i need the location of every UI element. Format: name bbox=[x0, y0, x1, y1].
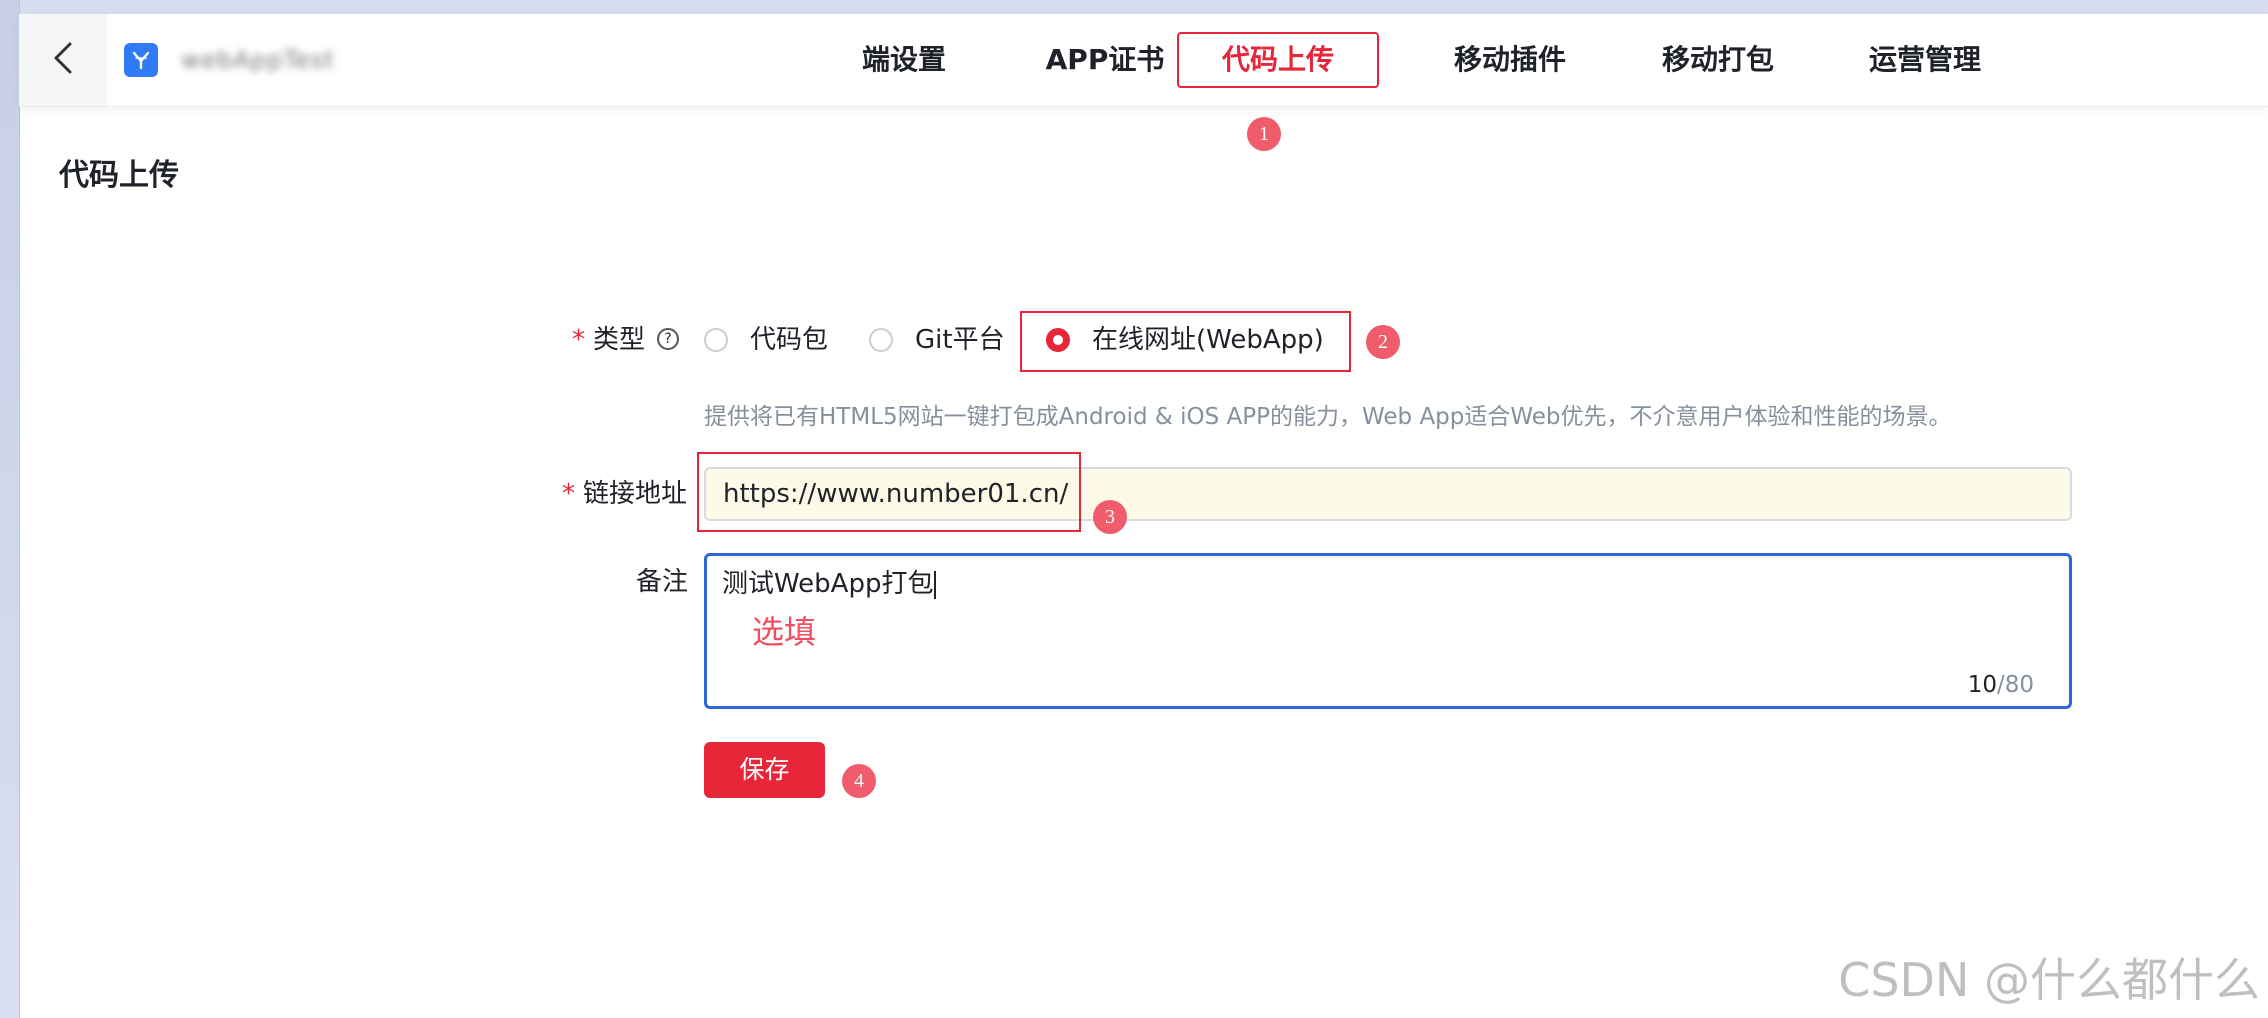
app-logo-icon bbox=[124, 43, 158, 77]
url-label-text: 链接地址 bbox=[583, 479, 688, 509]
radio-checked-icon bbox=[1046, 328, 1070, 352]
type-label-text: 类型 bbox=[593, 325, 646, 355]
watermark: CSDN @什么都什么 bbox=[1838, 953, 2260, 1007]
step-marker-2: 2 bbox=[1366, 325, 1400, 359]
note-value: 测试WebApp打包 bbox=[722, 566, 937, 602]
back-button[interactable] bbox=[19, 14, 107, 106]
type-label: * 类型? bbox=[572, 320, 680, 360]
char-count-current: 10 bbox=[1967, 672, 1997, 698]
window-left-strip bbox=[0, 0, 20, 1018]
required-mark: * bbox=[562, 479, 575, 509]
step-marker-1: 1 bbox=[1247, 117, 1281, 151]
radio-git-platform[interactable]: Git平台 bbox=[869, 320, 1005, 360]
save-button[interactable]: 保存 bbox=[704, 742, 825, 798]
radio-circle-icon bbox=[704, 328, 728, 352]
step-marker-3: 3 bbox=[1093, 500, 1127, 534]
app-name: webAppTest bbox=[181, 46, 335, 74]
required-mark: * bbox=[572, 325, 585, 355]
optional-annotation: 选填 bbox=[752, 613, 817, 651]
radio-label: Git平台 bbox=[915, 325, 1005, 355]
char-counter: 10/80 bbox=[1968, 670, 2034, 700]
chevron-left-icon bbox=[48, 38, 78, 82]
page-title: 代码上传 bbox=[59, 158, 179, 193]
step-marker-4: 4 bbox=[842, 764, 876, 798]
char-count-max: /80 bbox=[1996, 672, 2034, 698]
tab-app-certificate[interactable]: APP证书 bbox=[1021, 32, 1189, 88]
note-label: 备注 bbox=[636, 567, 689, 597]
question-circle-icon[interactable]: ? bbox=[657, 327, 680, 350]
tab-mobile-plugins[interactable]: 移动插件 bbox=[1439, 32, 1581, 88]
annotation-frame-url bbox=[697, 452, 1081, 532]
type-hint-text: 提供将已有HTML5网站一键打包成Android & iOS APP的能力，We… bbox=[704, 404, 1952, 430]
tab-code-upload[interactable]: 代码上传 bbox=[1177, 32, 1379, 88]
radio-code-package[interactable]: 代码包 bbox=[704, 320, 828, 360]
tab-client-settings[interactable]: 端设置 bbox=[835, 32, 973, 88]
window-top-strip bbox=[0, 0, 2268, 14]
radio-online-webapp[interactable]: 在线网址(WebApp) bbox=[1046, 320, 1324, 360]
top-header: webAppTest 端设置 APP证书 代码上传 移动插件 移动打包 运营管理 bbox=[19, 14, 2268, 107]
url-label: * 链接地址 bbox=[562, 474, 687, 514]
note-textarea[interactable]: 测试WebApp打包 10/80 bbox=[704, 553, 2072, 709]
radio-label: 代码包 bbox=[750, 325, 829, 355]
app-window: webAppTest 端设置 APP证书 代码上传 移动插件 移动打包 运营管理… bbox=[0, 0, 2268, 1018]
tab-mobile-packaging[interactable]: 移动打包 bbox=[1647, 32, 1789, 88]
tab-operations[interactable]: 运营管理 bbox=[1854, 32, 1996, 88]
radio-circle-icon bbox=[869, 328, 893, 352]
text-caret bbox=[934, 570, 937, 599]
note-value-text: 测试WebApp打包 bbox=[722, 569, 934, 599]
radio-label: 在线网址(WebApp) bbox=[1092, 325, 1324, 355]
